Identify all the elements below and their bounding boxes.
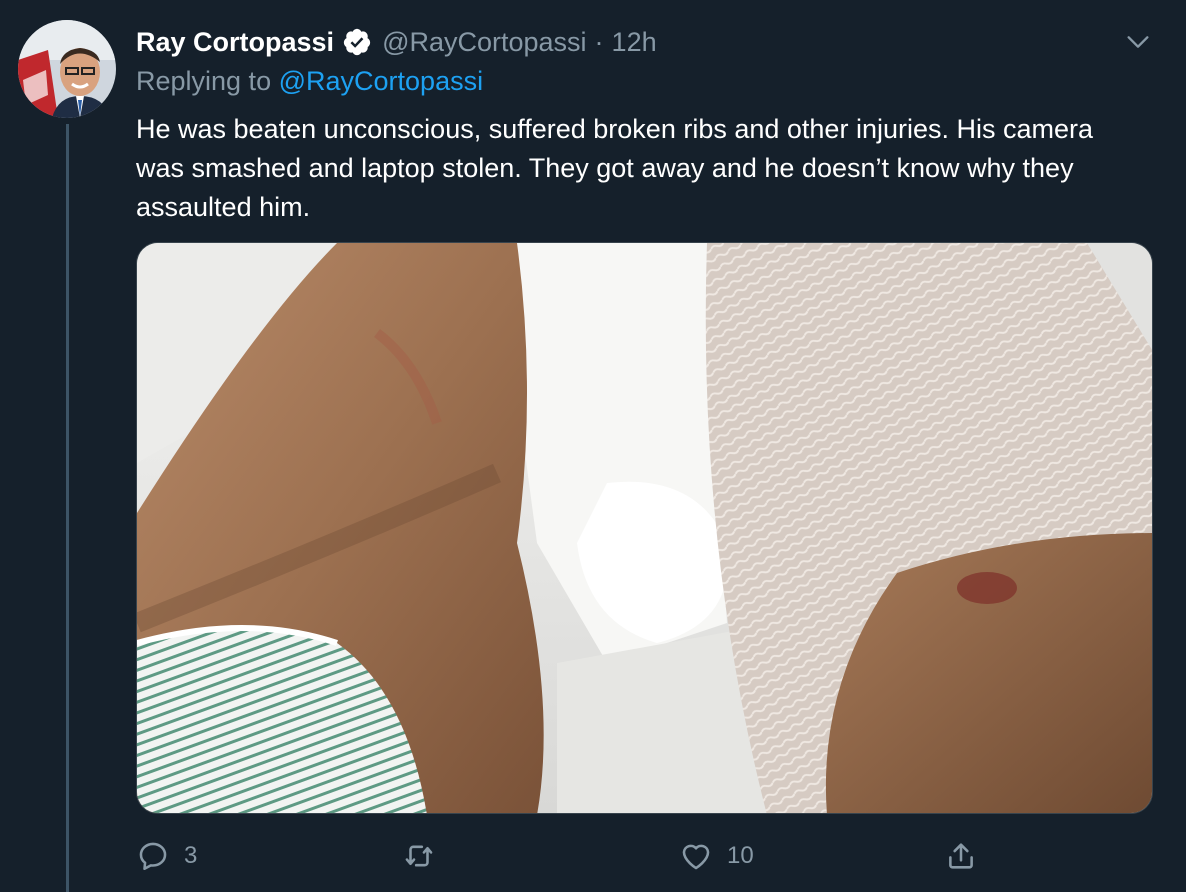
tweet-text: He was beaten unconscious, suffered brok… [136, 114, 1094, 222]
action-bar: 3 10 [136, 836, 1153, 876]
display-name[interactable]: Ray Cortopassi [136, 27, 334, 58]
like-button[interactable]: 10 [679, 836, 754, 876]
handle[interactable]: @RayCortopassi [382, 27, 586, 58]
retweet-icon [402, 839, 436, 873]
replying-to-line: Replying to @RayCortopassi [136, 66, 483, 97]
replying-to-mention[interactable]: @RayCortopassi [279, 66, 483, 96]
heart-icon [679, 839, 713, 873]
share-button[interactable] [944, 836, 978, 876]
timestamp[interactable]: 12h [612, 27, 657, 58]
verified-badge-icon [342, 27, 372, 57]
share-icon [944, 839, 978, 873]
reply-button[interactable]: 3 [136, 836, 197, 876]
avatar[interactable] [18, 20, 116, 118]
like-count: 10 [727, 842, 754, 869]
tweet[interactable]: Ray Cortopassi @RayCortopassi · 12h Repl… [0, 0, 1186, 892]
chevron-down-icon[interactable] [1124, 28, 1152, 56]
thread-line [66, 124, 69, 892]
tweet-header: Ray Cortopassi @RayCortopassi · 12h [136, 22, 657, 62]
separator-dot: · [594, 26, 604, 57]
retweet-button[interactable] [402, 836, 450, 876]
tweet-photo[interactable] [136, 242, 1153, 814]
replying-to-label: Replying to [136, 66, 272, 96]
reply-count: 3 [184, 842, 198, 869]
reply-icon [136, 839, 170, 873]
